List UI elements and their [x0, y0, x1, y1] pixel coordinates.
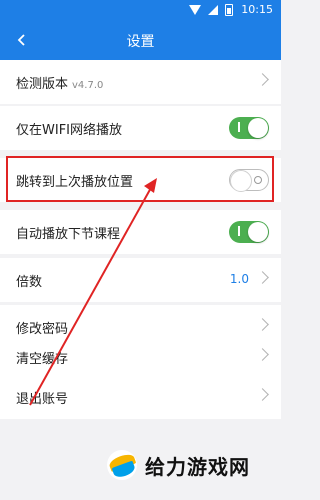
highlight-box	[6, 156, 274, 202]
row-check-version[interactable]: 检测版本 v4.7.0	[0, 60, 281, 104]
row-logout[interactable]: 退出账号	[0, 375, 281, 419]
row-autoplay: 自动播放下节课程	[0, 210, 281, 254]
wifi-icon	[189, 5, 201, 15]
wifi-only-toggle[interactable]	[229, 117, 269, 139]
version-text: v4.7.0	[72, 80, 104, 91]
wifi-only-label: 仅在WIFI网络播放	[16, 123, 122, 138]
toggle-on-mark-icon	[238, 226, 240, 236]
toggle-on-mark-icon	[238, 122, 240, 132]
autoplay-toggle[interactable]	[229, 221, 269, 243]
speed-value: 1.0	[229, 272, 249, 286]
watermark-brand: 给力游戏网	[107, 450, 250, 480]
autoplay-label: 自动播放下节课程	[16, 227, 121, 242]
status-icons	[189, 4, 233, 16]
clear-cache-label: 清空缓存	[16, 352, 69, 367]
chevron-right-icon	[256, 73, 269, 86]
row-label: 检测版本 v4.7.0	[16, 73, 103, 92]
chevron-right-icon	[256, 348, 269, 361]
page-title: 设置	[126, 34, 155, 50]
row-wifi-only: 仅在WIFI网络播放	[0, 106, 281, 150]
toggle-knob	[248, 118, 268, 138]
chevron-right-icon	[256, 388, 269, 401]
toggle-knob	[248, 222, 268, 242]
chevron-right-icon	[256, 271, 269, 284]
chevron-right-icon	[256, 318, 269, 331]
signal-icon	[208, 5, 218, 15]
row-speed[interactable]: 倍数 1.0	[0, 258, 281, 302]
status-time: 10:15	[241, 3, 273, 16]
status-bar: 10:15	[0, 0, 281, 20]
logout-label: 退出账号	[16, 392, 69, 407]
app-bar: 设置	[0, 20, 281, 60]
speed-label: 倍数	[16, 275, 43, 290]
watermark-text: 给力游戏网	[145, 454, 250, 479]
brand-logo-icon	[107, 450, 137, 480]
check-version-label: 检测版本	[16, 77, 69, 92]
row-clear-cache[interactable]: 清空缓存	[0, 335, 281, 379]
battery-icon	[225, 4, 233, 16]
